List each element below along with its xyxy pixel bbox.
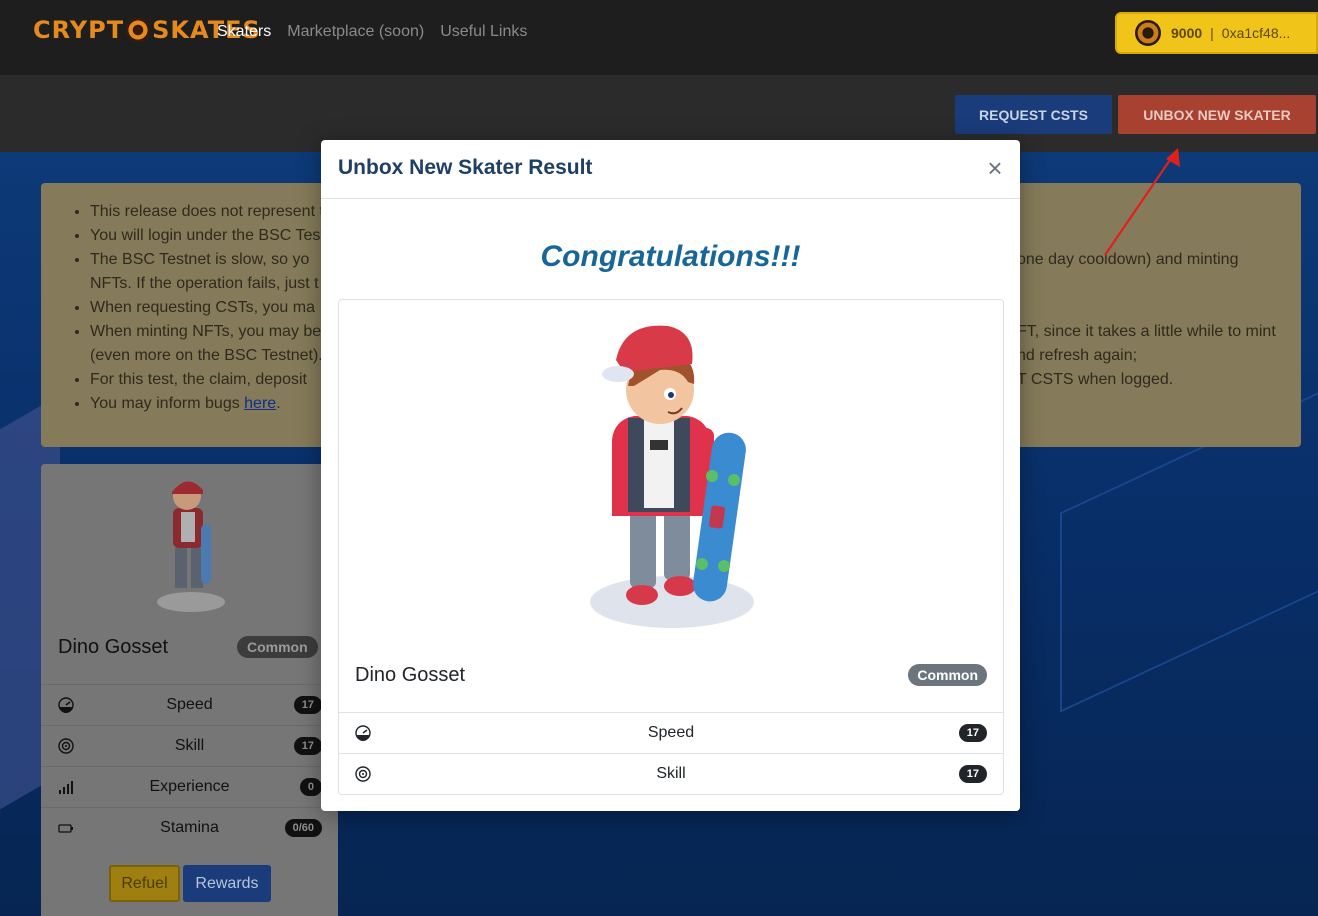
notice-text: The BSC Testnet is slow, so yo: [90, 251, 310, 268]
nav-link-marketplace[interactable]: Marketplace (soon): [287, 23, 424, 41]
modal-header: Unbox New Skater Result ×: [321, 140, 1020, 199]
notice-text: (even more on the BSC Testnet).: [90, 347, 323, 364]
bug-report-link[interactable]: here: [244, 395, 276, 412]
stat-value: 17: [293, 696, 322, 714]
stat-value: 17: [958, 765, 987, 783]
skater-name: Dino Gosset: [355, 664, 466, 686]
skater-illustration: [590, 325, 754, 628]
notice-text: T CSTS when logged.: [1017, 371, 1174, 388]
notice-text: NFTs. If the operation fails, just t: [90, 275, 319, 292]
rarity-badge: Common: [237, 636, 318, 658]
rarity-badge: Common: [908, 664, 987, 686]
brand-text-left: CRYPT: [33, 16, 125, 44]
stat-value: 17: [958, 724, 987, 742]
skater-name: Dino Gosset: [58, 636, 169, 658]
request-csts-button[interactable]: REQUEST CSTS: [955, 95, 1112, 134]
coin-icon: [126, 18, 151, 42]
stat-row-skill: Skill 17: [339, 753, 1003, 794]
skater-avatar: [157, 481, 225, 612]
refuel-button[interactable]: Refuel: [109, 865, 180, 902]
top-navbar: CRYPT SKATES Skaters Marketplace (soon) …: [0, 0, 1318, 75]
notice-text: nd refresh again;: [1017, 347, 1138, 364]
stat-value: 0: [299, 778, 322, 796]
stat-label: Experience: [149, 778, 230, 795]
wallet-separator: |: [1210, 25, 1214, 41]
notice-text: FT, since it takes a little while to min…: [1017, 323, 1276, 340]
stat-value: 17: [293, 737, 322, 755]
close-icon[interactable]: ×: [984, 155, 1006, 181]
stat-value: 0/60: [284, 819, 322, 837]
stat-row-speed: Speed 17: [41, 684, 338, 725]
stat-row-stamina: Stamina 0/60: [41, 807, 338, 848]
skater-card: Dino Gosset Common Speed 17 Skill 17 Exp…: [41, 464, 338, 916]
nav-links: Skaters Marketplace (soon) Useful Links: [217, 23, 527, 41]
wallet-address: 0xa1cf48...: [1221, 25, 1291, 41]
annotation-arrow: [1104, 148, 1180, 256]
unbox-result-modal: Unbox New Skater Result × Congratulation…: [321, 140, 1020, 811]
stat-row-skill: Skill 17: [41, 725, 338, 766]
wallet-balance: 9000: [1171, 25, 1203, 41]
nav-link-useful-links[interactable]: Useful Links: [440, 23, 527, 41]
nav-link-skaters[interactable]: Skaters: [217, 23, 271, 41]
notice-text: When minting NFTs, you may be: [90, 323, 322, 340]
unbox-new-skater-button[interactable]: UNBOX NEW SKATER: [1118, 95, 1316, 134]
skater-result-card: Dino Gosset Common Speed 17 Skill 17: [338, 299, 1004, 795]
stat-row-speed: Speed 17: [339, 712, 1003, 753]
rewards-button[interactable]: Rewards: [183, 865, 271, 902]
modal-title: Unbox New Skater Result: [338, 156, 593, 179]
stat-label: Speed: [647, 724, 695, 741]
coin-icon: [1135, 20, 1161, 46]
congratulations-heading: Congratulations!!!: [540, 240, 801, 273]
stat-row-experience: Experience 0: [41, 766, 338, 807]
wallet-button[interactable]: 9000 | 0xa1cf48...: [1115, 12, 1318, 54]
stat-label: Skill: [656, 765, 686, 782]
